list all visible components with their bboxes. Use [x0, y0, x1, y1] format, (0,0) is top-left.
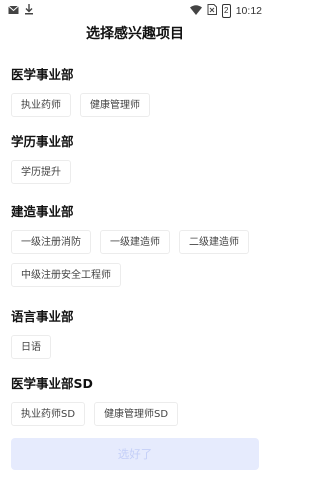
confirm-button[interactable]: 选好了 — [11, 438, 259, 470]
section-medical: 医学事业部 执业药师 健康管理师 — [11, 66, 261, 117]
download-icon — [24, 4, 34, 18]
section-title: 建造事业部 — [11, 204, 74, 219]
tag-safety-engineer[interactable]: 中级注册安全工程师 — [11, 263, 121, 287]
section-construction: 建造事业部 一级注册消防 一级建造师 二级建造师 中级注册安全工程师 — [11, 203, 261, 287]
mail-icon — [8, 5, 19, 18]
battery-icon: 2 — [221, 4, 231, 18]
tag-constructor-l2[interactable]: 二级建造师 — [179, 230, 249, 254]
status-bar: 2 10:12 — [0, 0, 270, 22]
section-medical-sd: 医学事业部SD 执业药师SD 健康管理师SD — [11, 375, 261, 426]
section-title: 语言事业部 — [11, 309, 74, 324]
tag-degree-upgrade[interactable]: 学历提升 — [11, 160, 71, 184]
tag-licensed-pharmacist[interactable]: 执业药师 — [11, 93, 71, 117]
section-language: 语言事业部 日语 — [11, 308, 261, 359]
section-title: 学历事业部 — [11, 134, 74, 149]
section-title: 医学事业部SD — [11, 376, 93, 391]
tag-japanese[interactable]: 日语 — [11, 335, 51, 359]
status-time: 10:12 — [235, 5, 262, 17]
wifi-icon — [189, 4, 202, 18]
tag-fire-engineer-l1[interactable]: 一级注册消防 — [11, 230, 91, 254]
section-education: 学历事业部 学历提升 — [11, 133, 261, 184]
no-sim-icon — [207, 4, 217, 18]
page-title: 选择感兴趣项目 — [86, 26, 184, 42]
tag-health-manager[interactable]: 健康管理师 — [80, 93, 150, 117]
tag-constructor-l1[interactable]: 一级建造师 — [100, 230, 170, 254]
section-title: 医学事业部 — [11, 67, 74, 82]
tag-health-manager-sd[interactable]: 健康管理师SD — [94, 402, 179, 426]
tag-licensed-pharmacist-sd[interactable]: 执业药师SD — [11, 402, 86, 426]
